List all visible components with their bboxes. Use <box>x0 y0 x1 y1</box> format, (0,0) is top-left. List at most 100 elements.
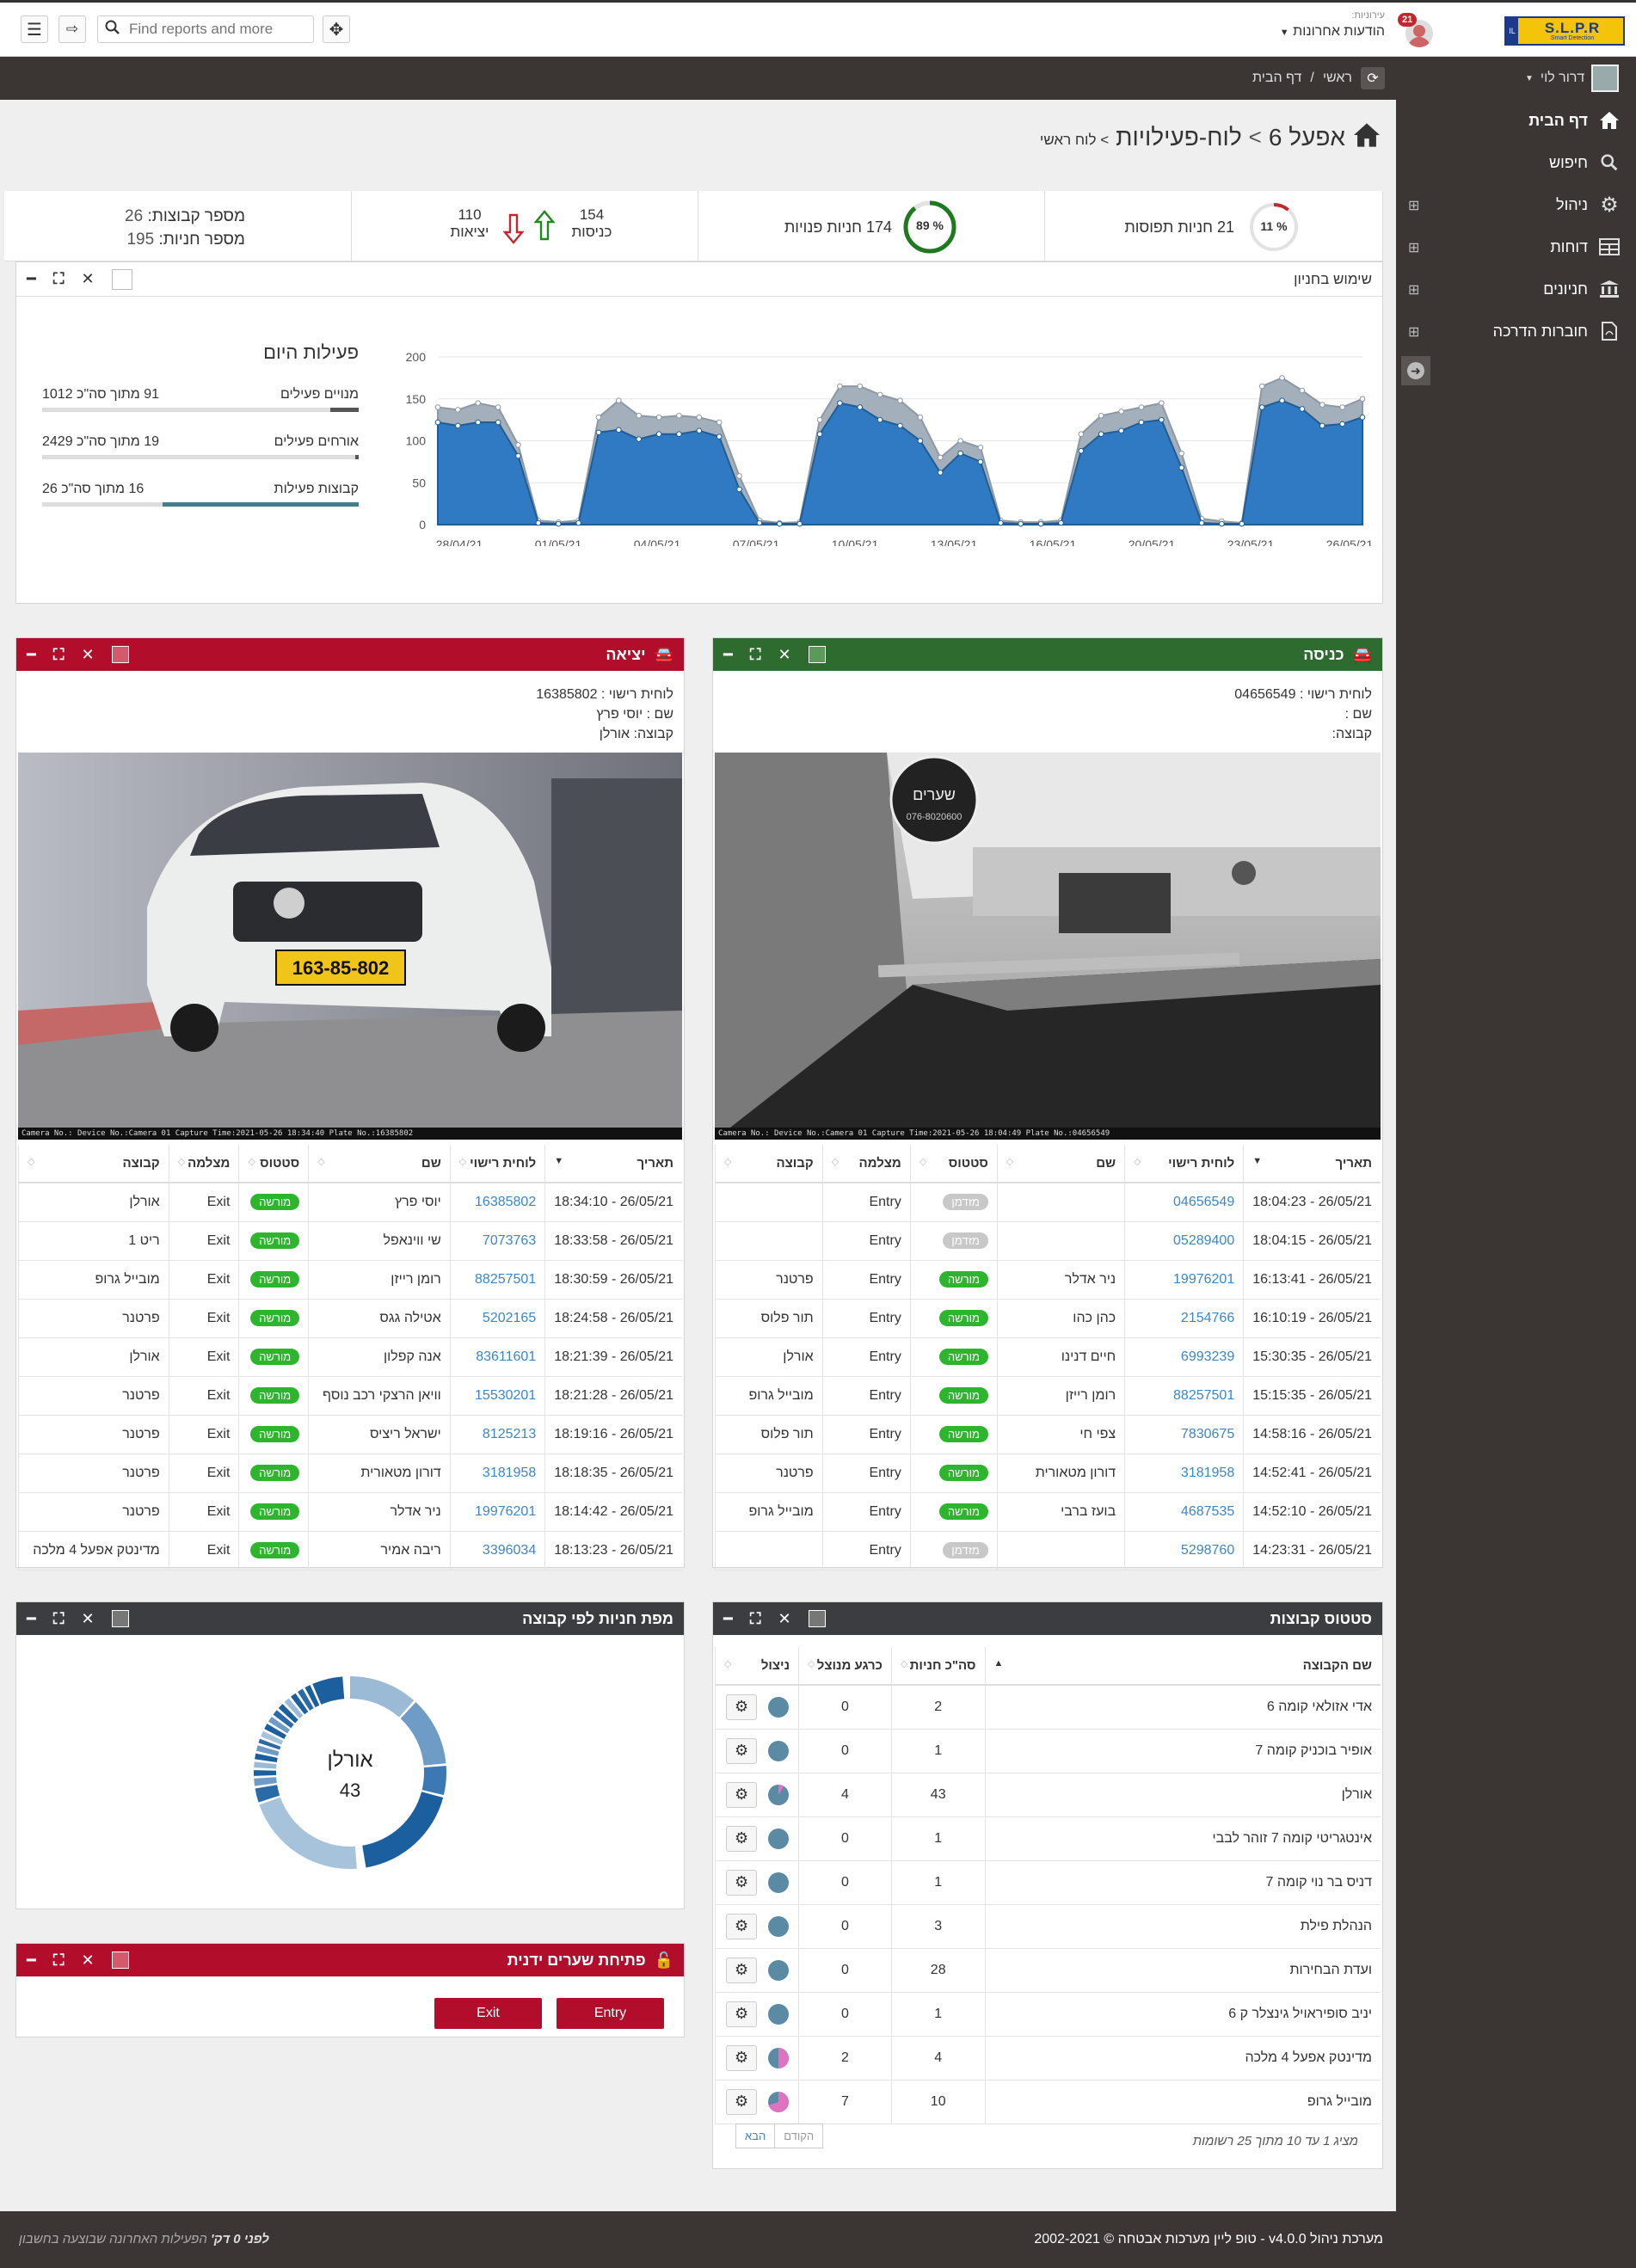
sort-icon[interactable]: ◇ <box>459 1156 466 1167</box>
plate-cell[interactable]: 05289400 <box>1124 1221 1244 1261</box>
close-icon[interactable]: ✕ <box>778 1610 790 1628</box>
search-input[interactable] <box>129 21 301 38</box>
color-toggle[interactable] <box>808 646 826 663</box>
column-header[interactable]: שם ◇ <box>996 1145 1125 1183</box>
plate-cell[interactable]: 4687535 <box>1124 1492 1244 1532</box>
plate-cell[interactable]: 3181958 <box>1124 1454 1244 1493</box>
plate-cell[interactable]: 19976201 <box>449 1492 545 1532</box>
plate-cell[interactable]: 8125213 <box>449 1415 545 1454</box>
group-settings-button[interactable]: ⚙ <box>726 1869 758 1896</box>
expand-icon[interactable]: ⛶ <box>53 1610 65 1628</box>
open-exit-gate-button[interactable]: Exit <box>434 1998 542 2029</box>
table-row[interactable]: 26/05/21 - 15:30:35 6993239 חיים דנינו מורש… <box>715 1337 1381 1377</box>
column-header[interactable]: קבוצה ◇ <box>715 1145 823 1183</box>
sort-icon[interactable]: ◇ <box>724 1156 731 1167</box>
sidebar-item-search[interactable]: חיפוש <box>1549 145 1621 180</box>
sort-icon[interactable]: ▲ <box>994 1658 1004 1669</box>
plate-cell[interactable]: 83611601 <box>449 1337 545 1377</box>
close-icon[interactable]: ✕ <box>81 1951 94 1970</box>
donut-segment[interactable] <box>312 1676 345 1705</box>
minimize-icon[interactable]: ━ <box>723 1610 733 1628</box>
plate-cell[interactable]: 2154766 <box>1124 1299 1244 1338</box>
group-settings-button[interactable]: ⚙ <box>726 2001 758 2027</box>
minimize-icon[interactable]: ━ <box>27 646 36 664</box>
close-icon[interactable]: ✕ <box>81 646 94 664</box>
expand-icon[interactable]: ⛶ <box>750 646 761 664</box>
color-toggle[interactable] <box>111 1951 129 1969</box>
color-toggle[interactable] <box>808 1610 826 1627</box>
menu-toggle-button[interactable]: ☰ <box>21 15 48 43</box>
color-toggle[interactable] <box>111 268 132 290</box>
sort-icon[interactable]: ◇ <box>724 1658 731 1669</box>
sort-icon[interactable]: ◇ <box>919 1156 926 1167</box>
table-row[interactable]: 26/05/21 - 18:04:15 05289400 מזדמן Entry <box>715 1221 1381 1261</box>
minimize-icon[interactable]: ━ <box>27 1951 36 1970</box>
group-settings-button[interactable]: ⚙ <box>726 2088 758 2115</box>
pagination-next[interactable]: הבא <box>735 2124 776 2148</box>
minimize-icon[interactable]: ━ <box>723 646 733 664</box>
sidebar-item-parkings[interactable]: חניונים <box>1543 272 1621 306</box>
expand-plus-icon[interactable]: ⊞ <box>1408 197 1419 214</box>
minimize-icon[interactable]: ━ <box>27 1610 36 1628</box>
column-header[interactable]: תאריך ▼ <box>1243 1145 1381 1183</box>
table-row[interactable]: 26/05/21 - 14:52:10 4687535 בועז ברבי מורשה… <box>715 1492 1381 1532</box>
table-row[interactable]: 26/05/21 - 14:58:16 7830675 צפי חי מורשה Ent… <box>715 1415 1381 1454</box>
sort-icon[interactable]: ◇ <box>1134 1156 1141 1167</box>
pagination-prev[interactable]: הקודם <box>775 2124 824 2148</box>
sidebar-item-manuals[interactable]: חוברות הדרכה <box>1493 314 1621 348</box>
plate-cell[interactable]: 16385802 <box>449 1183 545 1222</box>
color-toggle[interactable] <box>111 1610 129 1627</box>
group-settings-button[interactable]: ⚙ <box>726 1737 758 1764</box>
group-settings-button[interactable]: ⚙ <box>726 1825 758 1852</box>
expand-plus-icon[interactable]: ⊞ <box>1408 281 1419 298</box>
sort-icon[interactable]: ◇ <box>808 1658 815 1669</box>
user-menu[interactable]: דרור לוי ▼ <box>1525 65 1620 92</box>
sidebar-item-management[interactable]: ⚙ ניהול <box>1556 187 1621 222</box>
sort-icon[interactable]: ◇ <box>317 1156 324 1167</box>
sort-icon[interactable]: ◇ <box>178 1156 185 1167</box>
column-header[interactable]: תאריך ▼ <box>544 1145 682 1183</box>
minimize-icon[interactable]: ━ <box>27 270 36 288</box>
plate-cell[interactable]: 04656549 <box>1124 1183 1244 1222</box>
group-settings-button[interactable]: ⚙ <box>726 1781 758 1808</box>
expand-icon[interactable]: ⛶ <box>53 646 65 664</box>
column-header[interactable]: מצלמה ◇ <box>168 1145 239 1183</box>
column-header[interactable]: סה"כ חניות ◇ <box>890 1647 985 1686</box>
plate-cell[interactable]: 88257501 <box>1124 1376 1244 1416</box>
donut-segment[interactable] <box>357 1846 364 1869</box>
logout-button[interactable]: ⇨ <box>58 15 86 43</box>
table-row[interactable]: 26/05/21 - 16:10:19 2154766 כהן כהו מורשה En… <box>715 1299 1381 1338</box>
column-header[interactable]: ניצול ◇ <box>714 1647 799 1686</box>
table-row[interactable]: 26/05/21 - 18:19:16 8125213 ישראל ריציס מור… <box>18 1415 682 1454</box>
donut-segment[interactable] <box>259 1797 357 1869</box>
table-row[interactable]: 26/05/21 - 18:30:59 88257501 רומן רייזן מור… <box>18 1260 682 1300</box>
column-header[interactable]: כרגע מנוצל ◇ <box>798 1647 892 1686</box>
plate-cell[interactable]: 6993239 <box>1124 1337 1244 1377</box>
sort-icon[interactable]: ▼ <box>1252 1156 1262 1166</box>
group-settings-button[interactable]: ⚙ <box>726 1913 758 1939</box>
table-row[interactable]: 26/05/21 - 18:18:35 3181958 דורון מטאורית מ… <box>18 1454 682 1493</box>
plate-cell[interactable]: 3181958 <box>449 1454 545 1493</box>
table-row[interactable]: 26/05/21 - 18:04:23 04656549 מזדמן Entry <box>715 1183 1381 1222</box>
sort-icon[interactable]: ◇ <box>832 1156 839 1167</box>
expand-plus-icon[interactable]: ⊞ <box>1408 239 1419 256</box>
group-settings-button[interactable]: ⚙ <box>726 1957 758 1983</box>
column-header[interactable]: לוחית רישוי ◇ <box>449 1145 545 1183</box>
table-row[interactable]: 26/05/21 - 18:33:58 7073763 שי ווינאפל מורש… <box>18 1221 682 1261</box>
group-settings-button[interactable]: ⚙ <box>726 1693 758 1720</box>
open-entry-gate-button[interactable]: Entry <box>557 1998 664 2029</box>
column-header[interactable]: שם ◇ <box>308 1145 451 1183</box>
color-toggle[interactable] <box>111 646 129 663</box>
donut-segment[interactable] <box>362 1792 444 1868</box>
plate-cell[interactable]: 3396034 <box>449 1531 545 1570</box>
column-header[interactable]: סטטוס ◇ <box>909 1145 998 1183</box>
expand-icon[interactable]: ⛶ <box>53 270 65 288</box>
donut-segment[interactable] <box>254 1761 277 1769</box>
plate-cell[interactable]: 7073763 <box>449 1221 545 1261</box>
sidebar-collapse-button[interactable]: ➜ <box>1401 356 1430 385</box>
close-icon[interactable]: ✕ <box>778 646 790 664</box>
table-row[interactable]: 26/05/21 - 15:15:35 88257501 רומן רייזן מור… <box>715 1376 1381 1416</box>
sort-icon[interactable]: ▼ <box>554 1156 563 1166</box>
plate-cell[interactable]: 88257501 <box>449 1260 545 1300</box>
plate-cell[interactable]: 5298760 <box>1124 1531 1244 1570</box>
